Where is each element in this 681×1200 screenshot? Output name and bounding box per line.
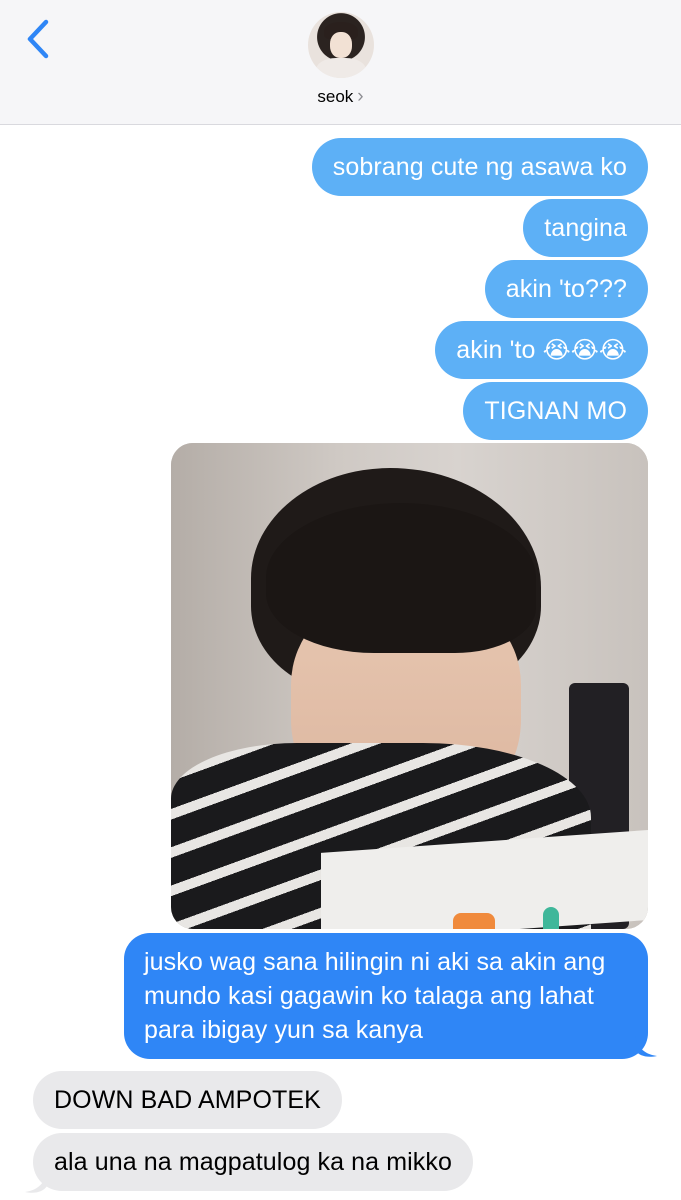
- photo-orange-cap: [453, 913, 495, 929]
- message-text: tangina: [544, 214, 627, 242]
- message-text: sobrang cute ng asawa ko: [332, 153, 627, 181]
- message-bubble-outgoing[interactable]: tangina: [523, 199, 648, 257]
- message-bubble-outgoing[interactable]: jusko wag sana hilingin ni aki sa akin a…: [124, 933, 648, 1059]
- contact-name-row[interactable]: seok ›: [0, 86, 681, 108]
- back-button[interactable]: [22, 18, 56, 60]
- message-text: ala una na magpatulog ka na mikko: [54, 1148, 453, 1176]
- message-bubble-outgoing[interactable]: TIGNAN MO: [463, 382, 648, 440]
- photo-bangs: [266, 503, 536, 653]
- message-text: akin 'to: [456, 336, 536, 364]
- photo-teal-cap: [543, 907, 559, 929]
- message-bubble-incoming[interactable]: ala una na magpatulog ka na mikko: [33, 1133, 474, 1191]
- avatar-shirt: [316, 58, 366, 78]
- message-text: TIGNAN MO: [484, 397, 627, 425]
- chevron-right-icon: ›: [357, 86, 364, 107]
- message-bubble-outgoing[interactable]: sobrang cute ng asawa ko: [311, 138, 648, 196]
- message-photo[interactable]: [171, 443, 648, 929]
- chevron-left-icon: [27, 19, 49, 59]
- message-text: akin 'to???: [505, 275, 627, 303]
- conversation-header: seok ›: [0, 0, 681, 125]
- avatar-face: [330, 32, 352, 58]
- message-bubble-outgoing[interactable]: akin 'to???: [484, 260, 648, 318]
- message-bubble-incoming[interactable]: DOWN BAD AMPOTEK: [33, 1071, 342, 1129]
- crying-emoji-icon: 😭😭😭: [542, 336, 627, 364]
- contact-name: seok: [317, 87, 354, 106]
- message-text: DOWN BAD AMPOTEK: [54, 1086, 321, 1114]
- message-bubble-outgoing[interactable]: akin 'to 😭😭😭: [435, 321, 648, 379]
- bubble-tail-icon: [635, 1036, 657, 1057]
- avatar[interactable]: [308, 12, 374, 78]
- message-text: jusko wag sana hilingin ni aki sa akin a…: [144, 948, 606, 1044]
- bubble-tail-icon: [25, 1172, 47, 1193]
